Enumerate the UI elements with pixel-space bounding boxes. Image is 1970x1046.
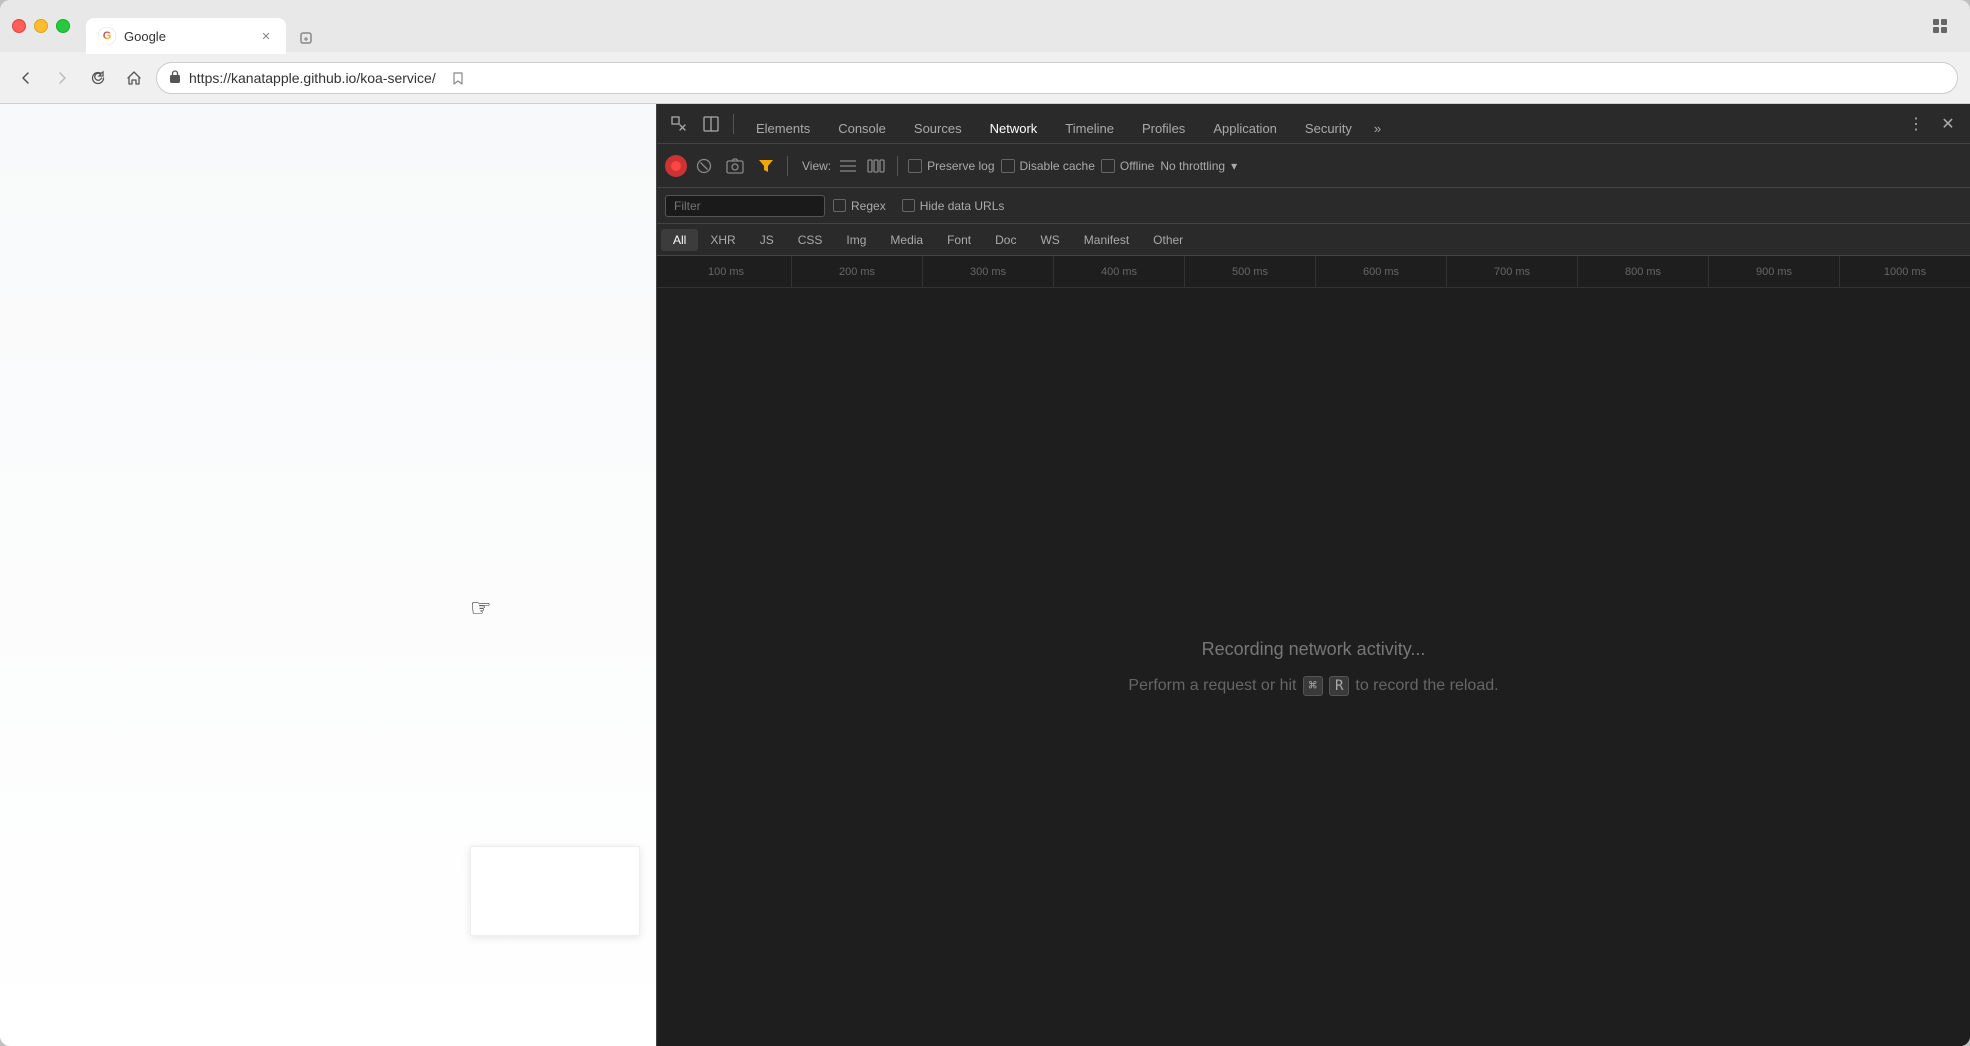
minimize-button[interactable]: [34, 19, 48, 33]
filter-button[interactable]: [755, 155, 777, 177]
network-toolbar: View:: [657, 144, 1970, 188]
lock-icon: [169, 69, 181, 86]
tick-400ms: 400 ms: [1054, 256, 1185, 287]
devtools-panel: Elements Console Sources Network Timelin…: [656, 104, 1970, 1046]
resource-tab-js[interactable]: JS: [748, 229, 786, 251]
hide-data-urls-option: Hide data URLs: [902, 199, 1005, 213]
url-text: https://kanatapple.github.io/koa-service…: [189, 70, 436, 86]
clear-button[interactable]: [693, 155, 715, 177]
preserve-log-label: Preserve log: [927, 159, 994, 173]
resource-tab-ws[interactable]: WS: [1028, 229, 1071, 251]
page-content: ☞: [0, 104, 656, 1046]
offline-checkbox[interactable]: [1101, 159, 1115, 173]
extensions-icon[interactable]: [1926, 12, 1954, 40]
view-list-button[interactable]: [837, 155, 859, 177]
perform-prefix: Perform a request or hit: [1128, 677, 1296, 695]
record-button[interactable]: [665, 155, 687, 177]
tick-500ms: 500 ms: [1185, 256, 1316, 287]
tab-elements[interactable]: Elements: [742, 113, 824, 144]
bookmark-button[interactable]: [444, 64, 472, 92]
inspect-element-button[interactable]: [665, 110, 693, 138]
tab-sources[interactable]: Sources: [900, 113, 976, 144]
view-filmstrip-button[interactable]: [865, 155, 887, 177]
tab-title: Google: [124, 29, 250, 44]
screenshot-button[interactable]: [721, 152, 749, 180]
back-button[interactable]: [12, 64, 40, 92]
devtools-menu-button[interactable]: ⋮: [1902, 110, 1930, 138]
tick-100ms: 100 ms: [661, 256, 792, 287]
new-tab-button[interactable]: [290, 24, 322, 52]
dock-button[interactable]: [697, 110, 725, 138]
regex-label: Regex: [851, 199, 886, 213]
tick-600ms: 600 ms: [1316, 256, 1447, 287]
filter-input[interactable]: [665, 195, 825, 217]
maximize-button[interactable]: [56, 19, 70, 33]
filter-options: Regex Hide data URLs: [833, 199, 1004, 213]
tab-timeline[interactable]: Timeline: [1051, 113, 1128, 144]
tab-favicon: G: [98, 27, 116, 45]
offline-label: Offline: [1120, 159, 1154, 173]
resource-tab-xhr[interactable]: XHR: [698, 229, 747, 251]
resource-tab-img[interactable]: Img: [834, 229, 878, 251]
r-key: R: [1329, 676, 1349, 696]
resource-tab-font[interactable]: Font: [935, 229, 983, 251]
disable-cache-label: Disable cache: [1020, 159, 1095, 173]
tick-900ms: 900 ms: [1709, 256, 1840, 287]
preserve-log-checkbox[interactable]: [908, 159, 922, 173]
network-content-area: Recording network activity... Perform a …: [657, 288, 1970, 1046]
tab-close-button[interactable]: ✕: [258, 28, 274, 44]
resource-tab-manifest[interactable]: Manifest: [1072, 229, 1141, 251]
resource-tab-css[interactable]: CSS: [786, 229, 835, 251]
tab-network[interactable]: Network: [976, 113, 1052, 144]
cmd-key: ⌘: [1303, 676, 1323, 696]
perform-request-text: Perform a request or hit ⌘ R to record t…: [1128, 676, 1498, 696]
tick-300ms: 300 ms: [923, 256, 1054, 287]
tab-console[interactable]: Console: [824, 113, 900, 144]
devtools-close-button[interactable]: ✕: [1934, 110, 1962, 138]
main-area: ☞: [0, 104, 1970, 1046]
browser-window: G Google ✕: [0, 0, 1970, 1046]
disable-cache-checkbox[interactable]: [1001, 159, 1015, 173]
resource-tab-all[interactable]: All: [661, 229, 698, 251]
title-bar: G Google ✕: [0, 0, 1970, 52]
regex-checkbox[interactable]: [833, 199, 846, 212]
tick-200ms: 200 ms: [792, 256, 923, 287]
close-button[interactable]: [12, 19, 26, 33]
hide-data-urls-label: Hide data URLs: [920, 199, 1005, 213]
regex-option: Regex: [833, 199, 886, 213]
tab-profiles[interactable]: Profiles: [1128, 113, 1199, 144]
filter-bar: Regex Hide data URLs: [657, 188, 1970, 224]
hand-cursor: ☞: [470, 594, 492, 623]
disable-cache-group: Disable cache: [1001, 159, 1095, 173]
timeline-header: 100 ms 200 ms 300 ms 400 ms 500 ms 600 m…: [657, 256, 1970, 288]
resource-tab-other[interactable]: Other: [1141, 229, 1195, 251]
forward-button[interactable]: [48, 64, 76, 92]
more-tabs-button[interactable]: »: [1366, 113, 1389, 144]
tab-bar: G Google ✕: [86, 0, 1958, 52]
white-box: [470, 846, 640, 936]
resource-tab-doc[interactable]: Doc: [983, 229, 1028, 251]
perform-suffix: to record the reload.: [1355, 677, 1498, 695]
view-label: View:: [802, 159, 831, 173]
resource-tab-media[interactable]: Media: [878, 229, 935, 251]
throttle-label: No throttling: [1160, 159, 1225, 173]
offline-group: Offline: [1101, 159, 1154, 173]
reload-button[interactable]: [84, 64, 112, 92]
preserve-log-group: Preserve log: [908, 159, 994, 173]
tick-800ms: 800 ms: [1578, 256, 1709, 287]
recording-text: Recording network activity...: [1202, 639, 1426, 660]
tick-700ms: 700 ms: [1447, 256, 1578, 287]
resource-type-tabs: All XHR JS CSS Img Media Font Doc WS Man…: [657, 224, 1970, 256]
home-button[interactable]: [120, 64, 148, 92]
traffic-lights: [12, 19, 70, 33]
tab-application[interactable]: Application: [1199, 113, 1291, 144]
browser-tab[interactable]: G Google ✕: [86, 18, 286, 54]
throttle-dropdown[interactable]: No throttling ▾: [1160, 159, 1237, 173]
hide-data-urls-checkbox[interactable]: [902, 199, 915, 212]
tick-1000ms: 1000 ms: [1840, 256, 1970, 287]
nav-bar: https://kanatapple.github.io/koa-service…: [0, 52, 1970, 104]
tab-security[interactable]: Security: [1291, 113, 1366, 144]
throttle-arrow: ▾: [1231, 159, 1237, 173]
address-bar[interactable]: https://kanatapple.github.io/koa-service…: [156, 62, 1958, 94]
